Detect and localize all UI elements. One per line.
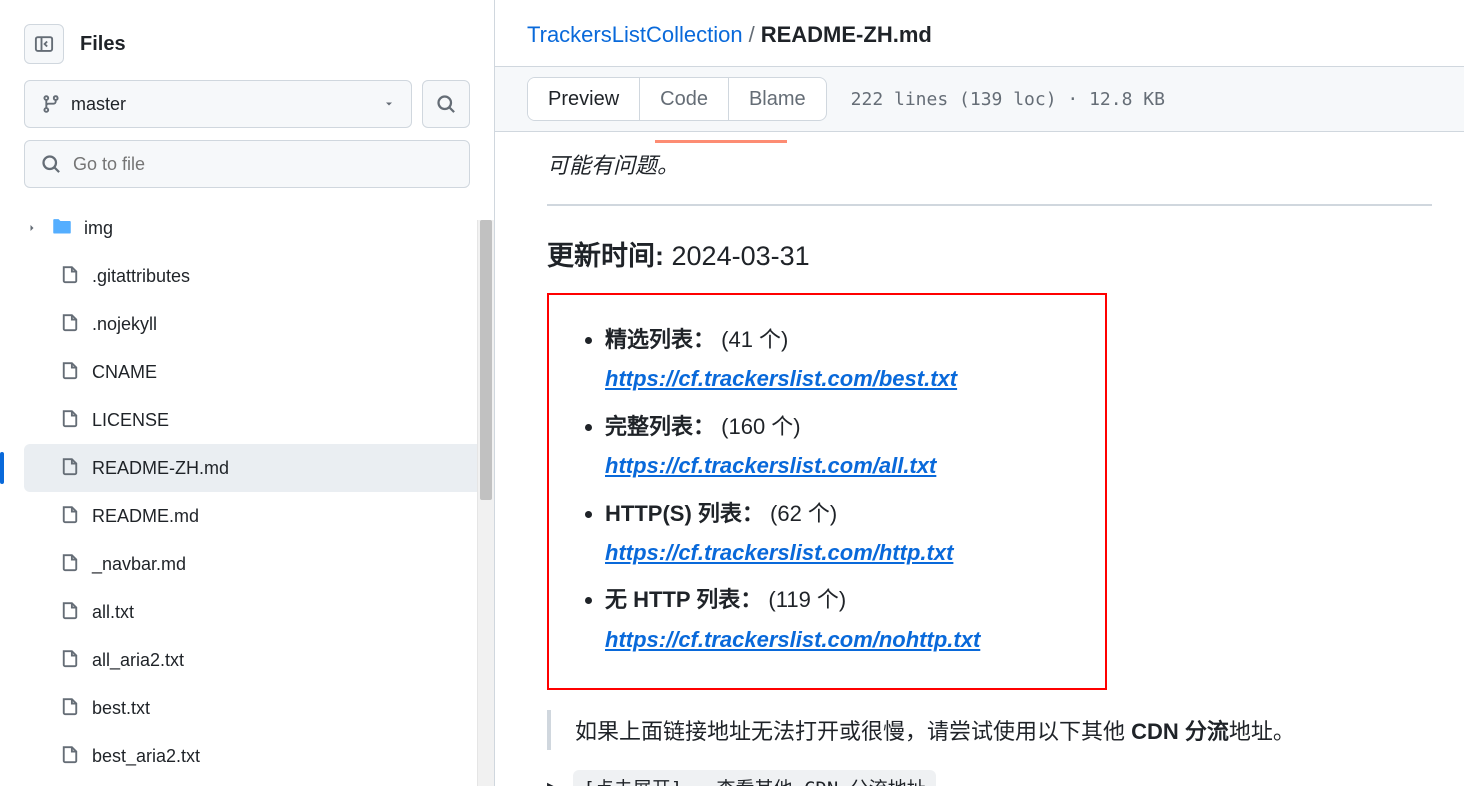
- list-label: 精选列表：: [605, 327, 715, 352]
- list-count: (41 个): [721, 327, 788, 352]
- tree-item-label: _navbar.md: [92, 554, 186, 575]
- list-count: (160 个): [721, 414, 800, 439]
- tree-file-item[interactable]: best_aria2.txt: [24, 732, 482, 780]
- file-icon: [60, 696, 80, 721]
- files-title: Files: [80, 33, 126, 56]
- file-icon: [60, 264, 80, 289]
- search-icon: [436, 94, 456, 114]
- main-panel: TrackersListCollection / README-ZH.md Pr…: [495, 0, 1464, 786]
- collapse-sidebar-button[interactable]: [24, 24, 64, 64]
- search-button[interactable]: [422, 80, 470, 128]
- tab-code[interactable]: Code: [640, 78, 729, 120]
- sidebar-controls: master: [0, 80, 494, 140]
- branch-name: master: [71, 94, 373, 115]
- search-icon: [41, 154, 61, 174]
- list-url-link[interactable]: https://cf.trackerslist.com/nohttp.txt: [605, 621, 1085, 658]
- list-url-link[interactable]: https://cf.trackerslist.com/all.txt: [605, 447, 1085, 484]
- tree-item-label: best.txt: [92, 698, 150, 719]
- tree-item-label: LICENSE: [92, 410, 169, 431]
- tree-file-item[interactable]: all_aria2.txt: [24, 636, 482, 684]
- tree-file-item[interactable]: LICENSE: [24, 396, 482, 444]
- tree-item-label: CNAME: [92, 362, 157, 383]
- tree-item-label: best_aria2.txt: [92, 746, 200, 767]
- update-heading: 更新时间: 2024-03-31: [547, 234, 1432, 273]
- tracker-list-item: 完整列表： (160 个) https://cf.trackerslist.com…: [605, 408, 1085, 485]
- tree-file-item[interactable]: README.md: [24, 492, 482, 540]
- view-tabs: Preview Code Blame: [527, 77, 827, 121]
- tracker-lists: 精选列表： (41 个) https://cf.trackerslist.com/…: [569, 321, 1085, 658]
- file-icon: [60, 744, 80, 769]
- tree-file-item[interactable]: _navbar.md: [24, 540, 482, 588]
- file-content: 可能有问题。 更新时间: 2024-03-31 精选列表： (41 个) http…: [495, 132, 1464, 786]
- file-tree: img .gitattributes .nojekyll CNAME LICENSE RE…: [0, 204, 494, 786]
- file-search-input[interactable]: [73, 154, 453, 175]
- list-count: (119 个): [768, 587, 846, 612]
- italic-note: 可能有问题。: [547, 148, 1432, 180]
- file-icon: [60, 504, 80, 529]
- tree-item-label: all.txt: [92, 602, 134, 623]
- tracker-list-item: 无 HTTP 列表： (119 个) https://cf.trackerslis…: [605, 581, 1085, 658]
- list-url-link[interactable]: https://cf.trackerslist.com/http.txt: [605, 534, 1085, 571]
- tree-folder-item[interactable]: img: [24, 204, 482, 252]
- file-icon: [60, 408, 80, 433]
- git-branch-icon: [41, 94, 61, 114]
- update-date: 2024-03-31: [672, 241, 810, 271]
- list-count: (62 个): [770, 501, 837, 526]
- file-icon: [60, 360, 80, 385]
- file-icon: [60, 552, 80, 577]
- scrollbar[interactable]: [477, 220, 494, 786]
- list-url-link[interactable]: https://cf.trackerslist.com/best.txt: [605, 360, 1085, 397]
- tracker-list-item: 精选列表： (41 个) https://cf.trackerslist.com/…: [605, 321, 1085, 398]
- quote-prefix: 如果上面链接地址无法打开或很慢，请尝试使用以下其他: [575, 719, 1131, 744]
- list-label: 无 HTTP 列表：: [605, 587, 762, 612]
- tree-file-item[interactable]: CNAME: [24, 348, 482, 396]
- file-view-header: Preview Code Blame 222 lines (139 loc) ·…: [495, 66, 1464, 132]
- tree-item-label: README.md: [92, 506, 199, 527]
- breadcrumb-current: README-ZH.md: [761, 22, 932, 48]
- folder-icon: [52, 216, 72, 241]
- breadcrumb: TrackersListCollection / README-ZH.md: [495, 0, 1464, 66]
- tree-item-label: .gitattributes: [92, 266, 190, 287]
- tree-file-item[interactable]: .nojekyll: [24, 300, 482, 348]
- tab-blame[interactable]: Blame: [729, 78, 826, 120]
- breadcrumb-separator: /: [749, 22, 755, 48]
- panel-collapse-icon: [34, 34, 54, 54]
- tab-preview[interactable]: Preview: [528, 78, 640, 120]
- caret-down-icon: [383, 98, 395, 110]
- divider: [547, 204, 1432, 206]
- tree-item-label: .nojekyll: [92, 314, 157, 335]
- file-search-box[interactable]: [24, 140, 470, 188]
- update-label: 更新时间:: [547, 241, 664, 271]
- list-label: 完整列表：: [605, 414, 715, 439]
- tree-file-item[interactable]: best.txt: [24, 684, 482, 732]
- tracker-list-item: HTTP(S) 列表： (62 个) https://cf.trackerslis…: [605, 495, 1085, 572]
- scrollbar-thumb[interactable]: [480, 220, 492, 500]
- details-label: [点击展开] - 查看其他 CDN 分流地址: [573, 770, 935, 786]
- branch-selector[interactable]: master: [24, 80, 412, 128]
- highlighted-lists-box: 精选列表： (41 个) https://cf.trackerslist.com/…: [547, 293, 1107, 690]
- breadcrumb-repo-link[interactable]: TrackersListCollection: [527, 22, 743, 48]
- triangle-right-icon: ▶: [547, 778, 559, 786]
- expand-details[interactable]: ▶ [点击展开] - 查看其他 CDN 分流地址: [547, 770, 1432, 786]
- list-label: HTTP(S) 列表：: [605, 501, 764, 526]
- cdn-note: 如果上面链接地址无法打开或很慢，请尝试使用以下其他 CDN 分流地址。: [547, 710, 1432, 750]
- tree-file-item[interactable]: README-ZH.md: [24, 444, 482, 492]
- file-icon: [60, 312, 80, 337]
- file-sidebar: Files master img .gitattributes .nojekyll C…: [0, 0, 495, 786]
- file-icon: [60, 456, 80, 481]
- tree-item-label: img: [84, 218, 113, 239]
- tree-item-label: all_aria2.txt: [92, 650, 184, 671]
- quote-bold: CDN 分流: [1131, 719, 1229, 744]
- tree-item-label: README-ZH.md: [92, 458, 229, 479]
- file-stats: 222 lines (139 loc) · 12.8 KB: [851, 89, 1165, 110]
- sidebar-header: Files: [0, 0, 494, 80]
- chevron-right-icon: [24, 222, 40, 234]
- quote-suffix: 地址。: [1229, 719, 1295, 744]
- tree-file-item[interactable]: all.txt: [24, 588, 482, 636]
- file-icon: [60, 648, 80, 673]
- tree-file-item[interactable]: .gitattributes: [24, 252, 482, 300]
- file-icon: [60, 600, 80, 625]
